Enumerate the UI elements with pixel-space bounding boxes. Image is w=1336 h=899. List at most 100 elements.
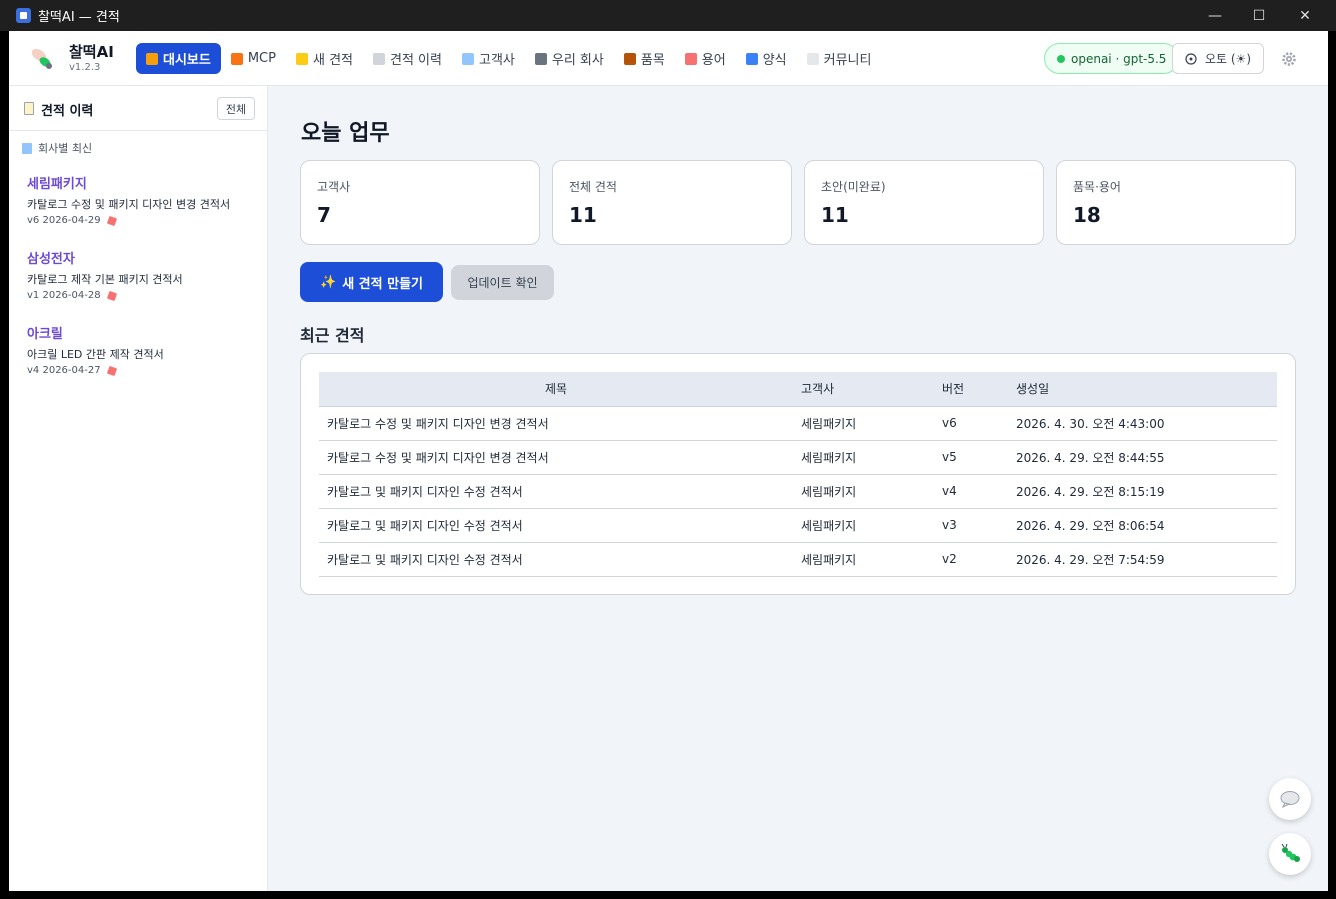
nav-item-7[interactable]: 품목 bbox=[614, 43, 675, 74]
sidebar-quote-entry[interactable]: 삼성전자 카탈로그 제작 기본 패키지 견적서 v1 2026-04-28 bbox=[27, 248, 257, 301]
nav-item-10[interactable]: 커뮤니티 bbox=[797, 43, 882, 74]
factory-icon bbox=[534, 52, 547, 65]
nav-item-label: 양식 bbox=[762, 53, 787, 68]
maximize-button[interactable]: ☐ bbox=[1236, 0, 1282, 31]
minimize-button[interactable]: — bbox=[1192, 0, 1238, 31]
nav-item-6[interactable]: 우리 회사 bbox=[525, 43, 614, 74]
column-header-title[interactable]: 제목 bbox=[319, 372, 793, 407]
model-status-badge[interactable]: openai · gpt-5.5 bbox=[1044, 43, 1180, 74]
cell-created: 2026. 4. 29. 오전 8:06:54 bbox=[1008, 508, 1277, 543]
stat-label: 초안(미완료) bbox=[821, 180, 886, 194]
entry-title: 카탈로그 수정 및 패키지 디자인 변경 견적서 bbox=[27, 198, 231, 211]
nav-item-label: MCP bbox=[247, 51, 276, 66]
book-icon bbox=[745, 52, 758, 65]
stat-card-customers: 고객사 7 bbox=[300, 160, 540, 245]
theme-label: 오토 (☀) bbox=[1204, 52, 1252, 66]
stat-value: 7 bbox=[317, 203, 331, 227]
package-icon bbox=[623, 52, 636, 65]
table-row[interactable]: 카탈로그 및 패키지 디자인 수정 견적서 세림패키지 v4 2026. 4. … bbox=[319, 474, 1277, 509]
cell-created: 2026. 4. 30. 오전 4:43:00 bbox=[1008, 406, 1277, 441]
main-nav: 대시보드 MCP 새 견적 견적 이력 고객사 우리 회사 품목 용어 양식 커뮤니티 bbox=[136, 43, 881, 74]
pencil-icon bbox=[106, 215, 117, 226]
entry-title: 아크릴 LED 간판 제작 견적서 bbox=[27, 348, 164, 361]
sidebar-quote-entry[interactable]: 아크릴 아크릴 LED 간판 제작 견적서 v4 2026-04-27 bbox=[27, 323, 257, 376]
chat-bubble-icon bbox=[1280, 791, 1300, 808]
building-icon bbox=[22, 142, 32, 154]
nav-item-label: 대시보드 bbox=[163, 53, 211, 68]
table-row[interactable]: 카탈로그 및 패키지 디자인 수정 견적서 세림패키지 v2 2026. 4. … bbox=[319, 542, 1277, 577]
entry-company: 세림패키지 bbox=[27, 177, 87, 192]
nav-item-4[interactable]: 견적 이력 bbox=[363, 43, 452, 74]
cell-title: 카탈로그 및 패키지 디자인 수정 견적서 bbox=[319, 542, 793, 577]
nav-item-8[interactable]: 용어 bbox=[675, 43, 736, 74]
cell-version: v5 bbox=[934, 440, 1008, 475]
gear-icon[interactable] bbox=[1281, 51, 1297, 67]
table-row[interactable]: 카탈로그 수정 및 패키지 디자인 변경 견적서 세림패키지 v5 2026. … bbox=[319, 440, 1277, 475]
app-icon bbox=[16, 8, 31, 23]
entry-meta: v4 2026-04-27 bbox=[27, 365, 257, 376]
stat-value: 11 bbox=[569, 203, 597, 227]
top-header: 찰떡AI v1.2.3 대시보드 MCP 새 견적 견적 이력 고객사 우리 회사 품목 용어… bbox=[9, 31, 1328, 86]
entry-version: v1 bbox=[27, 290, 40, 301]
entry-version: v6 bbox=[27, 215, 40, 226]
window-title: 찰떡AI — 견적 bbox=[38, 10, 120, 25]
pencil-icon bbox=[684, 52, 697, 65]
pencil-icon bbox=[106, 290, 117, 301]
caterpillar-icon bbox=[1281, 843, 1300, 862]
cell-title: 카탈로그 및 패키지 디자인 수정 견적서 bbox=[319, 508, 793, 543]
check-update-button[interactable]: 업데이트 확인 bbox=[451, 265, 554, 300]
nav-item-label: 고객사 bbox=[478, 53, 515, 68]
table-header-row: 제목 고객사 버전 생성일 bbox=[319, 372, 1277, 407]
close-button[interactable]: ✕ bbox=[1282, 0, 1328, 31]
cell-version: v2 bbox=[934, 542, 1008, 577]
cell-customer: 세림패키지 bbox=[793, 406, 934, 441]
entry-date: 2026-04-28 bbox=[42, 290, 101, 301]
nav-item-9[interactable]: 양식 bbox=[736, 43, 797, 74]
building-icon bbox=[461, 52, 474, 65]
cell-created: 2026. 4. 29. 오전 8:44:55 bbox=[1008, 440, 1277, 475]
nav-item-3[interactable]: 새 견적 bbox=[286, 43, 363, 74]
cell-version: v3 bbox=[934, 508, 1008, 543]
nav-item-label: 새 견적 bbox=[312, 53, 353, 68]
stat-value: 18 bbox=[1073, 203, 1101, 227]
clipboard-icon bbox=[24, 102, 34, 115]
sidebar-quote-entry[interactable]: 세림패키지 카탈로그 수정 및 패키지 디자인 변경 견적서 v6 2026-0… bbox=[27, 173, 257, 226]
cell-customer: 세림패키지 bbox=[793, 542, 934, 577]
nav-item-1[interactable]: 대시보드 bbox=[136, 43, 221, 74]
group-label-latest-by-company: 회사별 최신 bbox=[22, 140, 92, 156]
new-quote-button[interactable]: ✨ 새 견적 만들기 bbox=[300, 262, 443, 302]
nav-item-2[interactable]: MCP bbox=[221, 43, 286, 74]
column-header-version[interactable]: 버전 bbox=[934, 372, 1008, 407]
theme-toggle-button[interactable]: 오토 (☀) bbox=[1172, 43, 1264, 74]
nav-item-label: 견적 이력 bbox=[390, 53, 442, 68]
pencil-icon bbox=[106, 365, 117, 376]
clipboard-icon bbox=[373, 52, 385, 65]
cell-created: 2026. 4. 29. 오전 8:15:19 bbox=[1008, 474, 1277, 509]
nav-item-label: 우리 회사 bbox=[551, 53, 604, 68]
chat-fab-button[interactable] bbox=[1269, 778, 1311, 820]
brand-name: 찰떡AI bbox=[69, 43, 114, 61]
cell-customer: 세림패키지 bbox=[793, 474, 934, 509]
cell-created: 2026. 4. 29. 오전 7:54:59 bbox=[1008, 542, 1277, 577]
nav-item-5[interactable]: 고객사 bbox=[452, 43, 525, 74]
table-row[interactable]: 카탈로그 및 패키지 디자인 수정 견적서 세림패키지 v3 2026. 4. … bbox=[319, 508, 1277, 543]
cell-version: v4 bbox=[934, 474, 1008, 509]
cell-version: v6 bbox=[934, 406, 1008, 441]
stat-label: 품목·용어 bbox=[1073, 180, 1121, 194]
window-titlebar: 찰떡AI — 견적 — ☐ ✕ bbox=[0, 0, 1336, 31]
assistant-fab-button[interactable] bbox=[1269, 833, 1311, 875]
column-header-created[interactable]: 생성일 bbox=[1008, 372, 1277, 407]
entry-company: 아크릴 bbox=[27, 327, 63, 342]
view-all-button[interactable]: 전체 bbox=[217, 97, 255, 120]
page-title: 오늘 업무 bbox=[301, 121, 390, 146]
nav-item-label: 커뮤니티 bbox=[823, 53, 872, 68]
entry-meta: v6 2026-04-29 bbox=[27, 215, 257, 226]
sparkle-icon: ✨ bbox=[320, 274, 337, 290]
model-label: openai · gpt-5.5 bbox=[1071, 51, 1167, 66]
cell-title: 카탈로그 및 패키지 디자인 수정 견적서 bbox=[319, 474, 793, 509]
cell-title: 카탈로그 수정 및 패키지 디자인 변경 견적서 bbox=[319, 440, 793, 475]
entry-version: v4 bbox=[27, 365, 40, 376]
entry-date: 2026-04-27 bbox=[42, 365, 101, 376]
table-row[interactable]: 카탈로그 수정 및 패키지 디자인 변경 견적서 세림패키지 v6 2026. … bbox=[319, 406, 1277, 441]
column-header-customer[interactable]: 고객사 bbox=[793, 372, 934, 407]
